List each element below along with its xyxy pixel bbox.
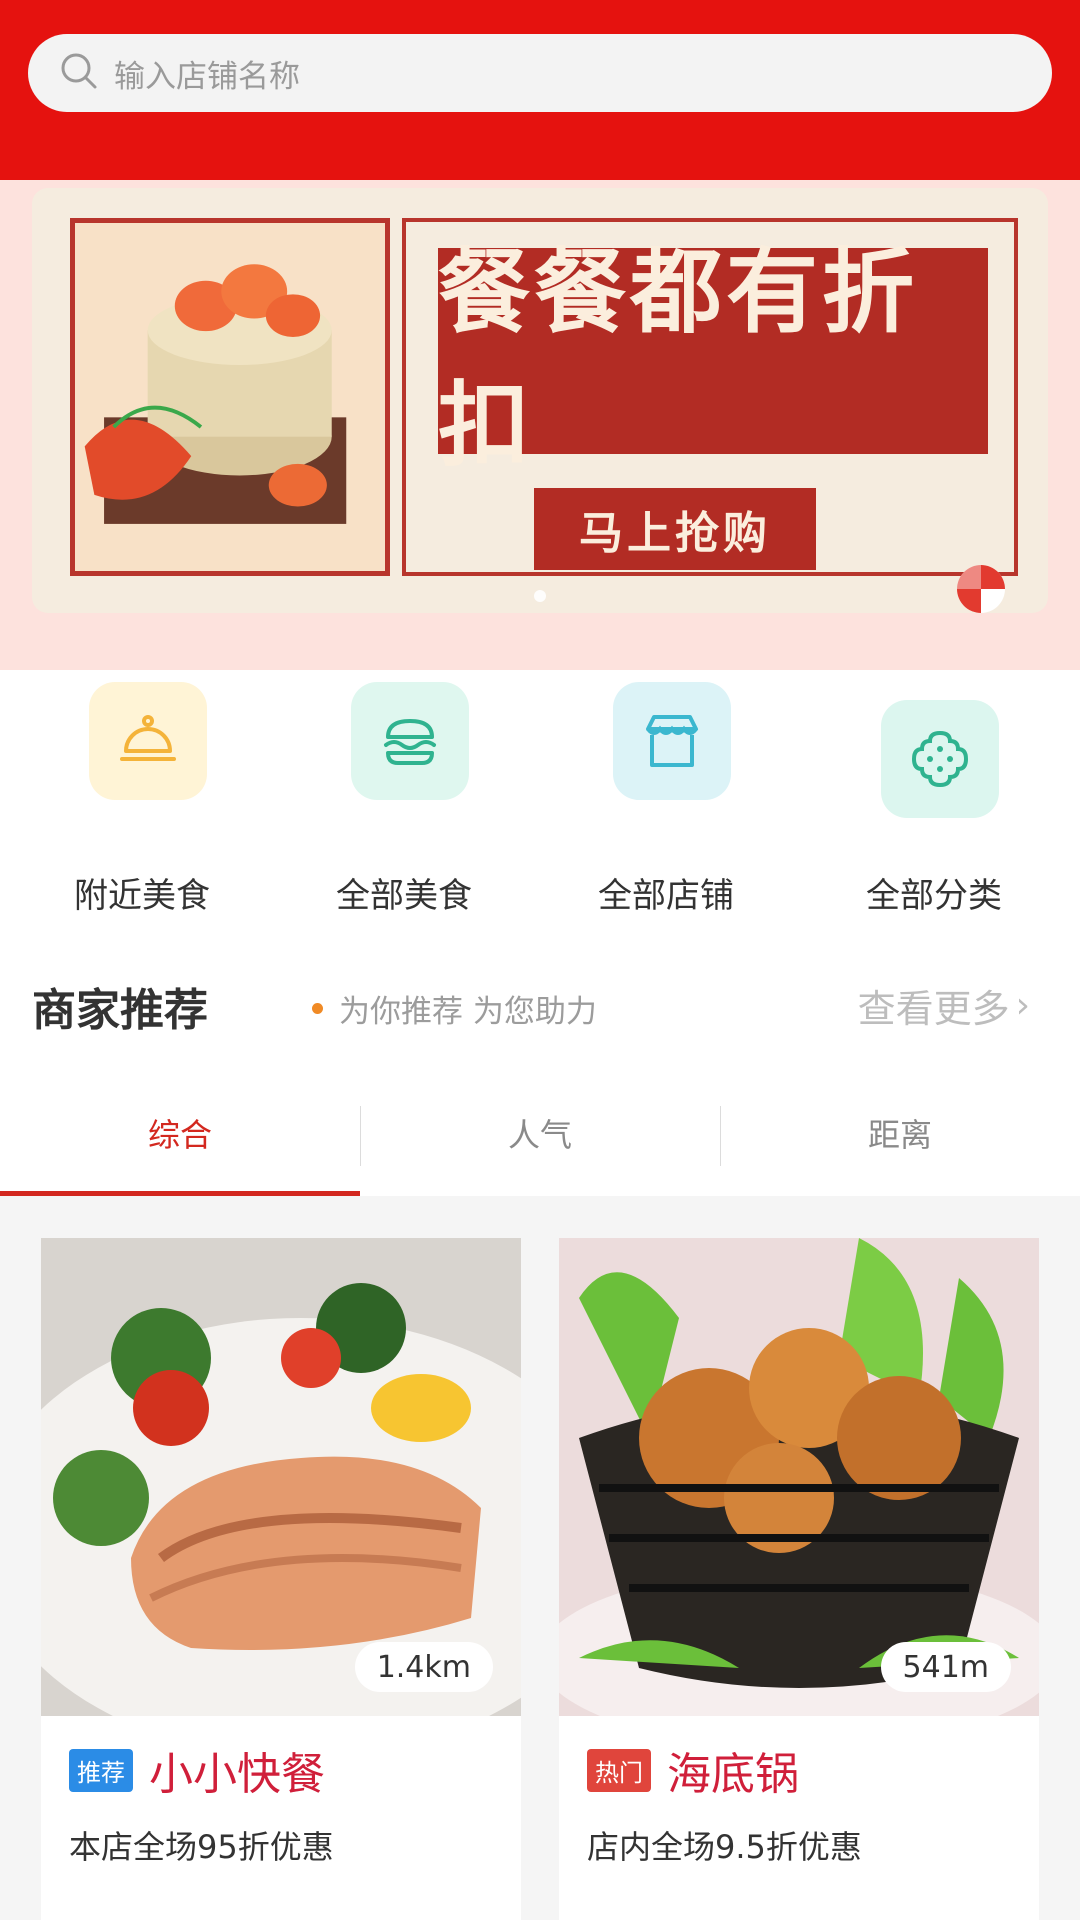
shop-tag: 热门 — [587, 1748, 651, 1792]
shop-name: 海底锅 — [667, 1749, 799, 1800]
category-label: 全部美食 — [336, 876, 472, 916]
tab-popularity[interactable]: 人气 — [360, 1070, 720, 1196]
search-icon — [58, 50, 100, 96]
subtitle-text: 为你推荐 为您助力 — [339, 994, 597, 1030]
distance-badge: 541m — [880, 1642, 1011, 1692]
top-header: 输入店铺名称 — [0, 0, 1080, 180]
bullet-dot — [312, 1003, 323, 1014]
section-title: 商家推荐 — [32, 985, 208, 1036]
recommend-section: 商家推荐 为你推荐 为您助力 查看更多 › — [0, 930, 1080, 1070]
category-label: 全部店铺 — [598, 876, 734, 916]
chevron-right-icon: › — [1015, 985, 1030, 1026]
promo-banner[interactable]: 餐餐都有折扣 马上抢购 — [32, 188, 1048, 613]
shop-tag: 推荐 — [69, 1748, 133, 1792]
service-bell-icon — [89, 682, 207, 800]
banner-buy-button[interactable]: 马上抢购 — [534, 488, 816, 570]
shop-promo: 店内全场9.5折优惠 — [587, 1828, 862, 1866]
carousel-indicator[interactable] — [534, 590, 546, 602]
shop-name: 小小快餐 — [149, 1749, 325, 1800]
tab-overall[interactable]: 综合 — [0, 1070, 360, 1196]
category-all-food[interactable]: 全部美食 — [304, 682, 504, 916]
search-input[interactable]: 输入店铺名称 — [114, 51, 300, 96]
sort-tabs: 综合 人气 距离 — [0, 1070, 1080, 1196]
banner-area: 餐餐都有折扣 马上抢购 — [0, 180, 1080, 670]
view-more-label: 查看更多 — [857, 987, 1010, 1031]
category-all-shops[interactable]: 全部店铺 — [566, 682, 766, 916]
shop-card[interactable]: 1.4km 推荐 小小快餐 本店全场95折优惠 — [41, 1238, 521, 1920]
category-all-categories[interactable]: 全部分类 — [834, 682, 1034, 916]
burger-icon — [351, 682, 469, 800]
shop-title-row: 热门 海底锅 — [587, 1738, 799, 1802]
section-subtitle: 为你推荐 为您助力 — [312, 986, 597, 1031]
category-label: 附近美食 — [74, 876, 210, 916]
category-nearby-food[interactable]: 附近美食 — [42, 682, 242, 916]
cookie-icon — [881, 700, 999, 818]
category-grid: 附近美食 全部美食 全部店铺 全部分类 — [0, 670, 1080, 930]
shop-title-row: 推荐 小小快餐 — [69, 1738, 325, 1802]
tab-distance[interactable]: 距离 — [720, 1070, 1080, 1196]
banner-headline: 餐餐都有折扣 — [438, 239, 988, 479]
shop-card[interactable]: 541m 热门 海底锅 店内全场9.5折优惠 — [559, 1238, 1039, 1920]
search-bar[interactable]: 输入店铺名称 — [28, 34, 1052, 112]
shop-list: 1.4km 推荐 小小快餐 本店全场95折优惠 541m 热门 海底锅 店内全场… — [0, 1196, 1080, 1920]
banner-food-illustration — [70, 218, 390, 576]
view-more-link[interactable]: 查看更多 › — [858, 978, 1030, 1033]
distance-badge: 1.4km — [354, 1642, 493, 1692]
storefront-icon — [613, 682, 731, 800]
category-label: 全部分类 — [866, 876, 1002, 916]
shop-promo: 本店全场95折优惠 — [69, 1828, 334, 1866]
candy-icon — [957, 565, 1005, 613]
